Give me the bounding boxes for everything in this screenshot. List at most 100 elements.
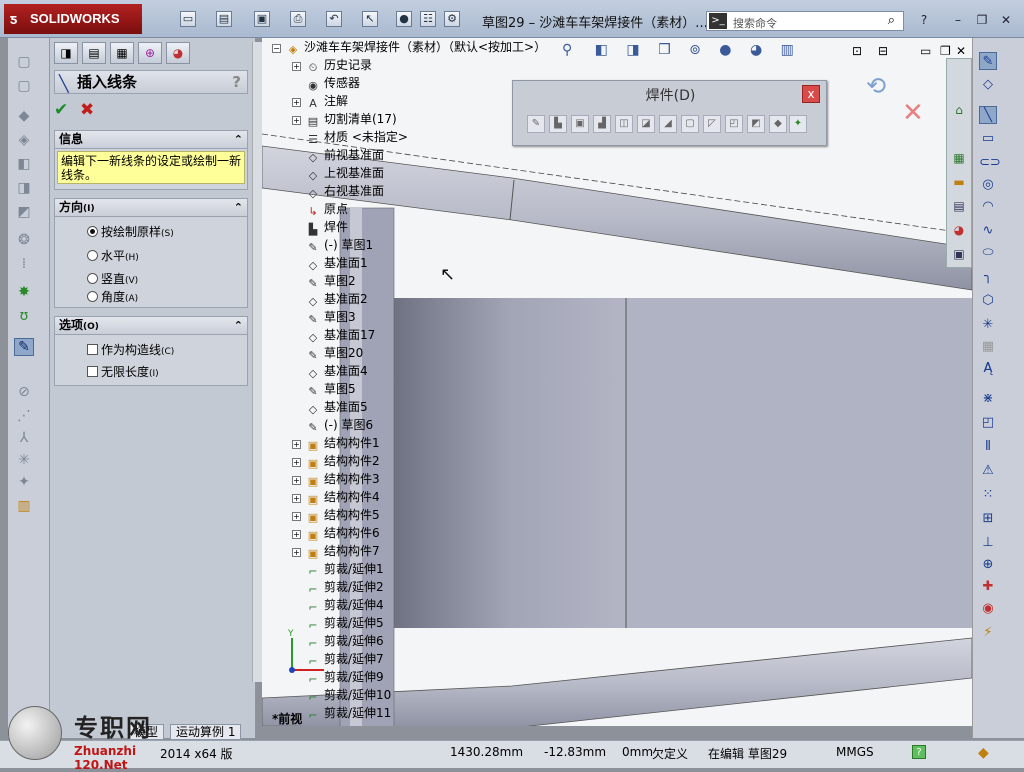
tree-item[interactable]: + ▣ 结构构件2	[292, 452, 380, 470]
view-toolbar-split-icon[interactable]: ⊟	[878, 44, 888, 58]
tree-item[interactable]: ◇ 右视基准面	[292, 182, 384, 200]
slot-icon[interactable]: ⊂⊃	[979, 154, 1001, 172]
tree-item[interactable]: ✎ (-) 草图6	[292, 416, 373, 434]
quick-snaps-icon[interactable]: ✚	[979, 578, 997, 596]
exit-sketch-corner-icon[interactable]: ⟲	[866, 72, 886, 100]
tree-item[interactable]: ✎ 草图5	[292, 380, 355, 398]
point-icon[interactable]: ✳	[14, 452, 34, 470]
radio-vertical[interactable]: 竖直(V)	[87, 270, 138, 287]
help-icon[interactable]: ?	[912, 745, 926, 759]
circle-icon[interactable]: ◎	[979, 176, 997, 194]
tree-item[interactable]: ✎ 草图20	[292, 344, 363, 362]
checkbox[interactable]	[87, 344, 98, 355]
minimize-button[interactable]: –	[950, 12, 966, 28]
collapse-icon[interactable]: −	[272, 44, 281, 53]
solidworks-logo[interactable]: ƽ SOLIDWORKS	[4, 4, 142, 34]
curves-icon[interactable]: ⋰	[14, 408, 34, 426]
view-palette-icon[interactable]: ▤	[950, 197, 968, 215]
config-manager-tab-icon[interactable]: ▦	[110, 42, 134, 64]
radio-as-sketched[interactable]: 按绘制原样(S)	[87, 223, 174, 240]
tree-item[interactable]: ◉ 传感器	[292, 74, 360, 92]
weldment-icon[interactable]: ▙	[549, 115, 567, 133]
expand-icon[interactable]: +	[292, 512, 301, 521]
checkbox-construction[interactable]: 作为构造线(C)	[87, 341, 174, 358]
select-icon[interactable]: ↖	[362, 11, 378, 27]
smart-dimension-icon[interactable]: ◇	[979, 76, 997, 94]
pm-help-button[interactable]: ?	[232, 71, 241, 93]
rapid-sketch-icon[interactable]: ◉	[979, 600, 997, 618]
text-icon[interactable]: Ą	[979, 360, 997, 378]
rebuild-icon[interactable]: ●	[396, 11, 412, 27]
tree-item[interactable]: ⌐ 剪裁/延伸9	[292, 668, 383, 686]
tab-motion-study[interactable]: 运动算例 1	[170, 724, 242, 740]
file-explorer-icon[interactable]: ▬	[950, 173, 968, 191]
expand-icon[interactable]: +	[292, 116, 301, 125]
chamfer-icon[interactable]: ◩	[747, 115, 765, 133]
linear-pattern-icon[interactable]: ⁙	[979, 486, 997, 504]
instant3d-icon[interactable]: ✦	[14, 474, 34, 492]
expand-icon[interactable]: +	[292, 440, 301, 449]
tree-root[interactable]: − ◈ 沙滩车车架焊接件（素材）（默认<按加工>）	[272, 38, 546, 56]
tree-item[interactable]: + ▤ 切割清单(17)	[292, 110, 397, 128]
tree-item[interactable]: ◇ 前视基准面	[292, 146, 384, 164]
rectangle-icon[interactable]: ▭	[979, 130, 997, 148]
sketch-tool-icon[interactable]: ▢	[14, 54, 34, 72]
ok-button[interactable]: ✔	[54, 100, 68, 120]
tree-item[interactable]: ◇ 基准面2	[292, 290, 368, 308]
hide-show-icon[interactable]: ⊚	[689, 42, 701, 58]
weld-star-icon[interactable]: ✦	[789, 115, 807, 133]
close-button[interactable]: ✕	[998, 12, 1014, 28]
arc-icon[interactable]: ◠	[979, 198, 997, 216]
weld-bead-icon[interactable]: ◢	[659, 115, 677, 133]
extrude-icon[interactable]: ◆	[14, 108, 34, 126]
tree-item[interactable]: ⌐ 剪裁/延伸5	[292, 614, 383, 632]
fillet-icon[interactable]: ❂	[14, 232, 34, 250]
tree-item[interactable]: + ▣ 结构构件3	[292, 470, 380, 488]
view-settings-icon[interactable]: ▥	[781, 42, 794, 58]
collapse-icon[interactable]: ⌃	[234, 131, 243, 148]
property-manager-tab-icon[interactable]: ▤	[82, 42, 106, 64]
collapse-icon[interactable]: ⌃	[234, 199, 243, 216]
line-icon[interactable]: ╲	[979, 106, 997, 124]
tree-item[interactable]: ⌐ 剪裁/延伸1	[292, 560, 383, 578]
tree-item[interactable]: ✎ (-) 草图1	[292, 236, 373, 254]
tree-item[interactable]: + ▣ 结构构件4	[292, 488, 380, 506]
viewport-close-icon[interactable]: ✕	[956, 44, 966, 58]
checkbox[interactable]	[87, 366, 98, 377]
collapse-icon[interactable]: ⌃	[234, 317, 243, 334]
coordinate-icon[interactable]: ⅄	[14, 430, 34, 448]
trim-extend-icon[interactable]: ▟	[593, 115, 611, 133]
extruded-cut-icon[interactable]: ◸	[703, 115, 721, 133]
radio-button[interactable]	[87, 250, 98, 261]
fillet-icon[interactable]: ◆	[769, 115, 787, 133]
radio-button[interactable]	[87, 273, 98, 284]
wrap-icon[interactable]: ʊ	[14, 308, 34, 326]
tree-item[interactable]: + ▣ 结构构件1	[292, 434, 380, 452]
ellipse-icon[interactable]: ⬭	[979, 244, 997, 262]
sweep-icon[interactable]: ◧	[14, 156, 34, 174]
tree-item[interactable]: ◇ 基准面1	[292, 254, 368, 272]
tree-item[interactable]: ◇ 基准面17	[292, 326, 376, 344]
zoom-fit-icon[interactable]: ⚲	[562, 42, 572, 58]
expand-icon[interactable]: +	[292, 98, 301, 107]
help-icon[interactable]: ?	[916, 12, 932, 28]
mirror-icon[interactable]: ⚠	[979, 462, 997, 480]
offset-entities-icon[interactable]: ⫴	[979, 438, 997, 456]
dim-xpert-tab-icon[interactable]: ⊕	[138, 42, 162, 64]
custom-properties-icon[interactable]: ▣	[950, 245, 968, 263]
display-manager-tab-icon[interactable]: ◕	[166, 42, 190, 64]
search-icon[interactable]: ⌕	[888, 13, 895, 28]
tree-item[interactable]: ✎ 草图3	[292, 308, 355, 326]
save-icon[interactable]: ▣	[254, 11, 270, 27]
options-header[interactable]: 选项(O) ⌃	[55, 317, 247, 335]
move-entities-icon[interactable]: ⊞	[979, 510, 997, 528]
view-toolbar-zoom-icon[interactable]: ⊡	[852, 44, 862, 58]
radio-angle[interactable]: 角度(A)	[87, 288, 138, 305]
3d-sketch-icon[interactable]: ✎	[527, 115, 545, 133]
tree-item[interactable]: ⌐ 剪裁/延伸7	[292, 650, 383, 668]
radio-horizontal[interactable]: 水平(H)	[87, 247, 139, 264]
viewport-restore-icon[interactable]: ❐	[940, 44, 951, 58]
tree-item[interactable]: + ▣ 结构构件6	[292, 524, 380, 542]
appearances-icon[interactable]: ◕	[950, 221, 968, 239]
tree-item[interactable]: + ▣ 结构构件7	[292, 542, 380, 560]
